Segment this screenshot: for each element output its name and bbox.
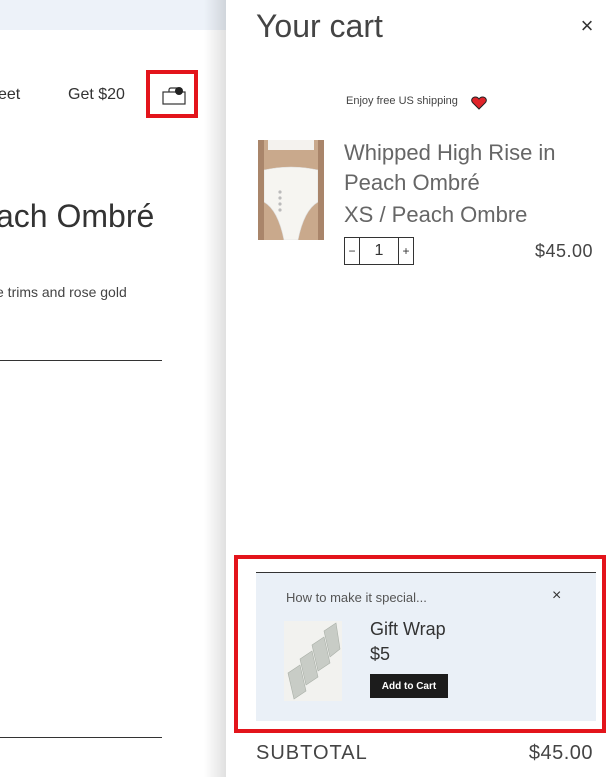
increment-button[interactable]: + [398, 237, 414, 265]
add-to-cart-button[interactable]: Add to Cart [370, 674, 448, 698]
heart-icon [471, 96, 487, 110]
quantity-input[interactable]: 1 [360, 237, 398, 265]
cart-item-variant: XS / Peach Ombre [344, 202, 528, 227]
shopping-bag-icon [162, 87, 186, 105]
cart-title: Your cart [256, 8, 383, 44]
upsell-panel: How to make it special... × Gift Wrap $5… [256, 572, 596, 721]
cart-item-name[interactable]: Whipped High Rise in Peach Ombré [344, 138, 594, 198]
gift-wrap-price: $5 [370, 644, 391, 664]
gift-wrap-name: Gift Wrap [370, 619, 446, 639]
divider [0, 737, 162, 738]
close-cart-button[interactable]: × [578, 14, 596, 38]
nav-link-partial[interactable]: eet [0, 86, 20, 104]
close-icon: × [580, 13, 594, 38]
subtotal-value: $45.00 [528, 742, 593, 764]
quantity-stepper: − 1 + [344, 237, 414, 265]
cart-drawer: Your cart × Enjoy free US shipping Whipp… [226, 0, 610, 777]
drawer-shadow [204, 0, 226, 777]
cart-item-price: $45.00 [534, 241, 593, 261]
nav-link-get-20[interactable]: Get $20 [68, 86, 125, 104]
product-title: ach Ombré [0, 198, 155, 234]
product-description: e trims and rose gold [0, 284, 127, 300]
decrement-button[interactable]: − [344, 237, 360, 265]
cart-button[interactable] [146, 70, 198, 118]
upsell-close-button[interactable]: × [552, 587, 561, 605]
upsell-heading: How to make it special... [286, 590, 427, 605]
subtotal-label: SUBTOTAL [256, 742, 368, 764]
cart-item-image[interactable] [258, 140, 324, 240]
gift-wrap-image [284, 621, 342, 701]
free-shipping-note: Enjoy free US shipping [346, 95, 458, 107]
background-product-page: eet Get $20 ach Ombré e trims and rose g… [0, 0, 226, 777]
underwear-product-photo [258, 140, 324, 240]
top-announcement-bar [0, 0, 226, 30]
divider [0, 360, 162, 361]
gift-wrap-photo [284, 621, 342, 701]
